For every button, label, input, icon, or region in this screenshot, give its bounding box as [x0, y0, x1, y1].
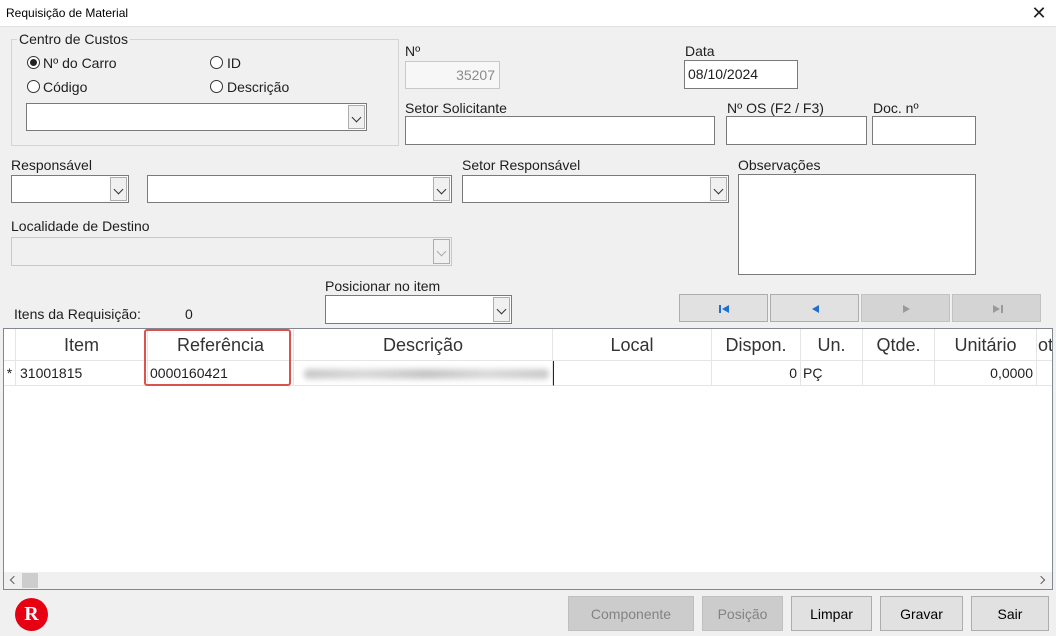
column-header-qtde[interactable]: Qtde.	[863, 329, 935, 361]
localidade-destino-combo	[11, 237, 452, 266]
data-label: Data	[685, 43, 715, 59]
nav-last-button[interactable]	[952, 294, 1041, 322]
setor-solicitante-field[interactable]	[405, 116, 715, 145]
localidade-destino-label: Localidade de Destino	[11, 218, 150, 234]
cell-descricao[interactable]	[294, 361, 553, 386]
column-header-local[interactable]: Local	[553, 329, 712, 361]
observacoes-textarea[interactable]	[738, 174, 976, 275]
radio-num-carro[interactable]	[27, 56, 40, 69]
componente-button[interactable]: Componente	[568, 596, 694, 631]
column-header-item[interactable]: Item	[16, 329, 148, 361]
chevron-down-icon[interactable]	[710, 177, 727, 201]
radio-id[interactable]	[210, 56, 223, 69]
nav-first-button[interactable]	[679, 294, 768, 322]
doc-num-field[interactable]	[872, 116, 976, 145]
last-record-icon	[993, 305, 1003, 313]
cell-unitario[interactable]: 0,0000	[935, 361, 1037, 386]
horizontal-scrollbar[interactable]	[4, 572, 1052, 589]
scroll-right-icon[interactable]	[1035, 572, 1052, 589]
close-icon[interactable]: ✕	[1026, 2, 1052, 24]
row-header-corner	[4, 329, 16, 361]
window-title: Requisição de Material	[6, 6, 129, 20]
radio-num-carro-label: Nº do Carro	[43, 55, 117, 71]
posicionar-combo[interactable]	[325, 295, 512, 324]
limpar-button[interactable]: Limpar	[791, 596, 872, 631]
chevron-down-icon[interactable]	[433, 177, 450, 201]
numero-label: Nº	[405, 43, 421, 59]
data-field[interactable]: 08/10/2024	[684, 60, 798, 89]
previous-record-icon	[812, 305, 819, 313]
column-header-un[interactable]: Un.	[801, 329, 863, 361]
centro-custos-legend: Centro de Custos	[17, 31, 130, 47]
setor-responsavel-combo[interactable]	[462, 175, 729, 203]
title-bar	[0, 0, 1056, 27]
nav-previous-button[interactable]	[770, 294, 859, 322]
column-header-ot[interactable]: ot	[1037, 329, 1052, 361]
next-record-icon	[903, 305, 910, 313]
chevron-down-icon[interactable]	[348, 105, 365, 129]
row-marker: *	[4, 361, 16, 386]
radio-id-label: ID	[227, 55, 241, 71]
cell-un[interactable]: PÇ	[801, 361, 863, 386]
numero-value: 35207	[456, 67, 495, 83]
nav-next-button[interactable]	[861, 294, 950, 322]
cell-local[interactable]	[553, 361, 712, 386]
setor-responsavel-label: Setor Responsável	[462, 157, 581, 173]
scroll-left-icon[interactable]	[4, 572, 21, 589]
num-os-label: Nº OS (F2 / F3)	[727, 100, 824, 116]
posicao-button[interactable]: Posição	[702, 596, 783, 631]
numero-field: 35207	[405, 61, 500, 89]
redacted-description	[304, 369, 549, 379]
first-record-icon	[719, 305, 729, 313]
gravar-button[interactable]: Gravar	[880, 596, 963, 631]
posicionar-label: Posicionar no item	[325, 278, 441, 294]
cell-dispon[interactable]: 0	[712, 361, 801, 386]
num-os-field[interactable]	[726, 116, 867, 145]
responsavel-code-combo[interactable]	[11, 175, 129, 203]
data-value: 08/10/2024	[688, 66, 759, 82]
app-logo-letter: R	[24, 603, 39, 625]
column-header-dispon[interactable]: Dispon.	[712, 329, 801, 361]
doc-num-label: Doc. nº	[873, 100, 919, 116]
radio-descricao-label: Descrição	[227, 79, 290, 95]
cell-ot[interactable]	[1037, 361, 1052, 386]
referencia-highlight-box	[144, 329, 291, 386]
centro-custos-combo[interactable]	[26, 103, 367, 131]
chevron-down-icon	[433, 239, 450, 264]
responsavel-name-combo[interactable]	[147, 175, 452, 203]
itens-count: 0	[185, 306, 193, 322]
chevron-down-icon[interactable]	[110, 177, 127, 201]
observacoes-label: Observações	[738, 157, 821, 173]
responsavel-label: Responsável	[11, 157, 92, 173]
sair-button[interactable]: Sair	[971, 596, 1049, 631]
column-header-unitario[interactable]: Unitário	[935, 329, 1037, 361]
cell-qtde[interactable]	[863, 361, 935, 386]
chevron-down-icon[interactable]	[493, 297, 510, 322]
radio-codigo-label: Código	[43, 79, 88, 95]
radio-descricao[interactable]	[210, 80, 223, 93]
setor-solicitante-label: Setor Solicitante	[405, 100, 507, 116]
column-header-descricao[interactable]: Descrição	[294, 329, 553, 361]
cell-item[interactable]: 31001815	[16, 361, 148, 386]
itens-label: Itens da Requisição:	[14, 306, 141, 322]
radio-codigo[interactable]	[27, 80, 40, 93]
itens-grid[interactable]: Item Referência Descrição Local Dispon. …	[3, 328, 1053, 590]
scroll-thumb[interactable]	[22, 573, 38, 588]
app-logo: R	[15, 598, 48, 631]
